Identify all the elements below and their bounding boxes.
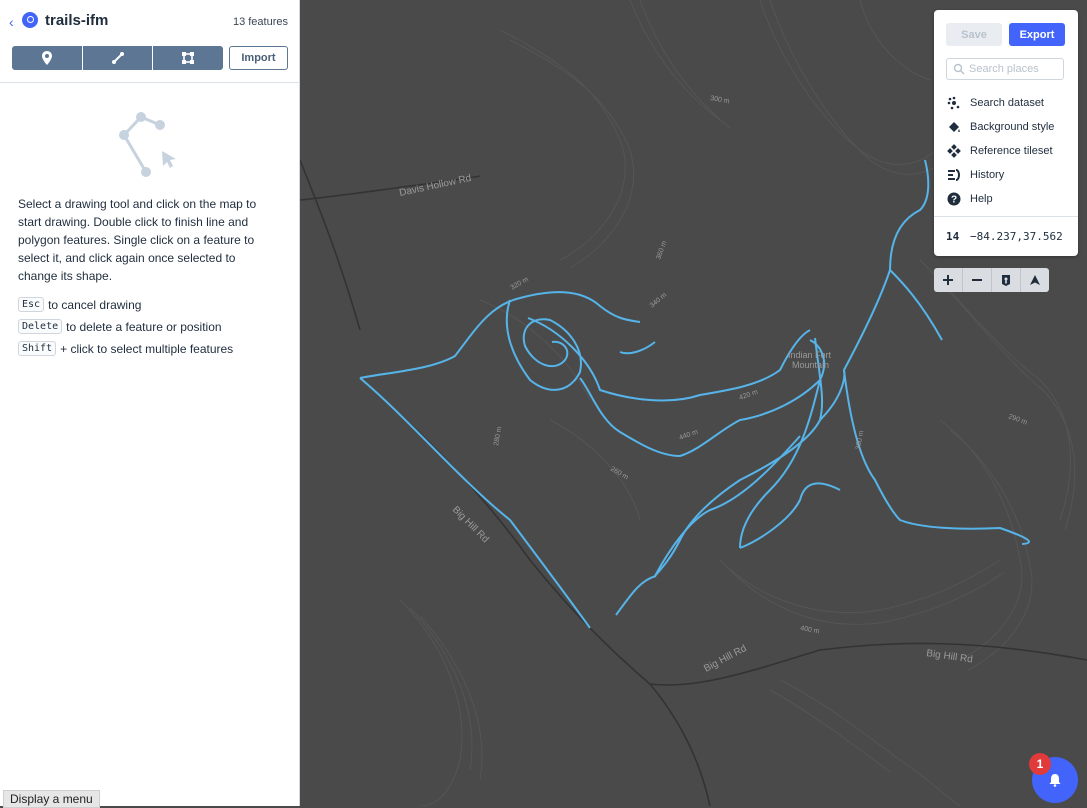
zoom-level: 14 bbox=[946, 230, 960, 243]
road-label: Davis Hollow Rd bbox=[398, 173, 472, 199]
contour-label: 280 m bbox=[493, 426, 503, 447]
compass-button[interactable] bbox=[1021, 268, 1049, 292]
road-label: Big Hill Rd bbox=[450, 504, 491, 545]
menu-label: Help bbox=[970, 193, 993, 205]
point-tool-button[interactable] bbox=[12, 46, 83, 70]
notification-count-badge: 1 bbox=[1029, 753, 1051, 775]
zoom-in-button[interactable] bbox=[934, 268, 963, 292]
dataset-title: trails-ifm bbox=[45, 12, 109, 29]
menu-background-style[interactable]: Background style bbox=[946, 118, 1054, 136]
contour-label: 380 m bbox=[855, 430, 865, 451]
key-badge: Shift bbox=[18, 341, 57, 356]
menu-label: History bbox=[970, 169, 1005, 181]
contour-label: 300 m bbox=[710, 95, 731, 105]
contour-label: 420 m bbox=[738, 389, 759, 402]
minus-icon bbox=[972, 279, 982, 281]
contour-label: 320 m bbox=[510, 276, 530, 292]
contour-label: 440 m bbox=[678, 429, 699, 442]
divider bbox=[0, 82, 300, 83]
contour-label: 260 m bbox=[609, 466, 629, 482]
search-icon bbox=[953, 63, 965, 75]
feature-count: 13 features bbox=[232, 16, 288, 28]
trails bbox=[359, 159, 1030, 629]
place-label: Mountain bbox=[792, 360, 829, 370]
menu-reference-tileset[interactable]: Reference tileset bbox=[946, 142, 1053, 160]
menu-history[interactable]: History bbox=[946, 166, 1004, 184]
shortcut-text: + click to select multiple features bbox=[60, 341, 234, 356]
key-badge: Delete bbox=[18, 319, 63, 334]
instructions-text: Select a drawing tool and click on the m… bbox=[18, 197, 257, 283]
tileset-icon bbox=[946, 143, 962, 159]
menu-label: Reference tileset bbox=[970, 145, 1053, 157]
road-label: Big Hill Rd bbox=[702, 643, 748, 675]
shortcut-text: to delete a feature or position bbox=[66, 319, 222, 334]
contour-label: 400 m bbox=[800, 625, 821, 635]
shortcut-text: to cancel drawing bbox=[48, 297, 142, 312]
contour-label: 340 m bbox=[649, 292, 669, 310]
menu-help[interactable]: ? Help bbox=[946, 190, 993, 208]
polygon-icon bbox=[182, 52, 195, 64]
sidebar: ‹ trails-ifm 13 features Import Select a… bbox=[0, 0, 300, 806]
mapbox-logo-icon bbox=[22, 12, 38, 28]
back-chevron-icon[interactable]: ‹ bbox=[9, 14, 14, 30]
display-menu-button[interactable]: Display a menu bbox=[3, 790, 100, 808]
save-button[interactable]: Save bbox=[946, 23, 1002, 46]
svg-text:?: ? bbox=[951, 195, 957, 206]
draw-toolbar bbox=[12, 46, 223, 70]
roads bbox=[300, 159, 1087, 806]
map-pin-icon bbox=[41, 51, 52, 65]
bell-icon bbox=[1049, 774, 1061, 787]
history-icon bbox=[946, 167, 962, 183]
editor-panel: Save Export Search dataset Background st… bbox=[934, 10, 1078, 256]
coordinates-readout: −84.237,37.562 bbox=[970, 230, 1063, 243]
plus-icon bbox=[943, 275, 953, 285]
inspect-icon bbox=[1002, 275, 1010, 286]
paint-bucket-icon bbox=[946, 119, 962, 135]
sidebar-header: ‹ trails-ifm 13 features bbox=[0, 0, 300, 44]
line-tool-button[interactable] bbox=[82, 46, 154, 70]
polygon-tool-button[interactable] bbox=[153, 46, 223, 70]
search-places-field[interactable] bbox=[946, 58, 1064, 80]
help-icon: ? bbox=[946, 191, 962, 207]
search-dataset-icon bbox=[946, 95, 962, 111]
key-badge: Esc bbox=[18, 297, 45, 312]
shortcut-delete: Delete to delete a feature or position bbox=[18, 319, 222, 334]
zoom-out-button[interactable] bbox=[963, 268, 992, 292]
contour-label: 360 m bbox=[655, 240, 668, 261]
shortcut-esc: Esc to cancel drawing bbox=[18, 297, 141, 312]
divider bbox=[934, 216, 1078, 217]
search-places-input[interactable] bbox=[969, 61, 1059, 77]
menu-label: Background style bbox=[970, 121, 1055, 133]
road-label: Big Hill Rd bbox=[926, 648, 974, 665]
inspect-button[interactable] bbox=[992, 268, 1021, 292]
line-icon bbox=[111, 52, 124, 64]
map-controls bbox=[934, 268, 1049, 292]
shortcut-shift: Shift + click to select multiple feature… bbox=[18, 341, 233, 356]
import-button[interactable]: Import bbox=[229, 46, 288, 70]
menu-search-dataset[interactable]: Search dataset bbox=[946, 94, 1044, 112]
contour-label: 290 m bbox=[1007, 413, 1028, 426]
compass-icon bbox=[1030, 275, 1040, 285]
place-label: Indian Fort bbox=[788, 350, 832, 360]
drawing-illustration-icon bbox=[119, 112, 176, 177]
menu-label: Search dataset bbox=[970, 97, 1044, 109]
export-button[interactable]: Export bbox=[1009, 23, 1065, 46]
